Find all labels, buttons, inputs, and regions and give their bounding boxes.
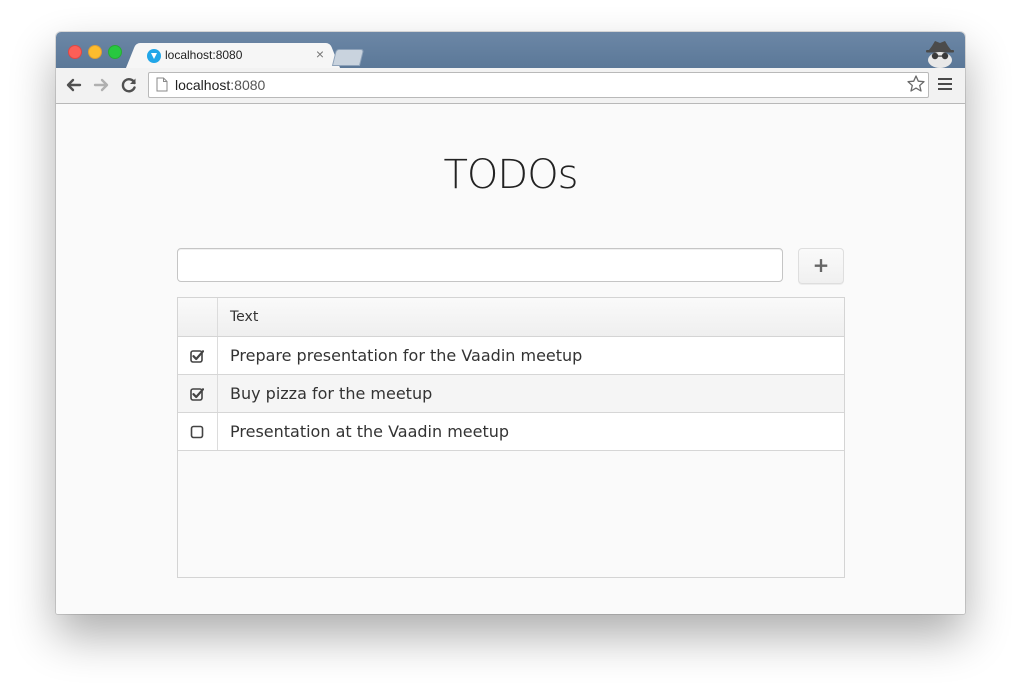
todo-page: TODOs + Text Prepare presentation for th…: [56, 104, 965, 614]
browser-toolbar: localhost:8080: [56, 68, 965, 104]
table-row[interactable]: Buy pizza for the meetup: [178, 375, 844, 413]
grid-header: Text: [178, 298, 844, 337]
browser-window: localhost:8080 × localhost:8080 TODOs + …: [56, 32, 965, 614]
vaadin-favicon-icon: [147, 49, 161, 63]
page-title: TODOs: [443, 152, 578, 198]
url-host: localhost: [175, 77, 231, 93]
address-bar[interactable]: localhost:8080: [148, 72, 929, 98]
tab-title: localhost:8080: [165, 48, 243, 62]
forward-arrow-icon[interactable]: [91, 75, 111, 95]
new-todo-input[interactable]: [177, 248, 783, 282]
browser-tab[interactable]: localhost:8080 ×: [138, 43, 328, 68]
bookmark-star-icon[interactable]: [906, 74, 926, 94]
grid-empty-area: [178, 451, 844, 577]
table-row[interactable]: Presentation at the Vaadin meetup: [178, 413, 844, 451]
back-arrow-icon[interactable]: [64, 75, 84, 95]
url-port: :8080: [230, 77, 266, 93]
zoom-window-button[interactable]: [108, 45, 122, 59]
todo-text: Buy pizza for the meetup: [230, 384, 433, 403]
todo-text: Presentation at the Vaadin meetup: [230, 422, 510, 441]
todo-grid: Text Prepare presentation for the Vaadin…: [177, 297, 845, 578]
table-row[interactable]: Prepare presentation for the Vaadin meet…: [178, 337, 844, 375]
unchecked-checkbox-icon[interactable]: [190, 425, 204, 439]
incognito-icon: [926, 41, 954, 68]
browser-menu-icon[interactable]: [938, 78, 952, 92]
checked-checkbox-icon[interactable]: [190, 387, 204, 401]
text-column-header[interactable]: Text: [230, 309, 258, 325]
tab-strip: localhost:8080 ×: [56, 32, 965, 68]
todo-text: Prepare presentation for the Vaadin meet…: [230, 346, 583, 365]
new-tab-button[interactable]: [331, 49, 365, 66]
page-icon: [156, 77, 168, 92]
close-window-button[interactable]: [68, 45, 82, 59]
checked-checkbox-icon[interactable]: [190, 349, 204, 363]
reload-icon[interactable]: [119, 75, 139, 95]
tab-close-icon[interactable]: ×: [316, 46, 324, 62]
select-column-header[interactable]: [178, 298, 218, 336]
url-text: localhost:8080: [175, 77, 265, 93]
minimize-window-button[interactable]: [88, 45, 102, 59]
add-todo-button[interactable]: +: [798, 248, 844, 284]
